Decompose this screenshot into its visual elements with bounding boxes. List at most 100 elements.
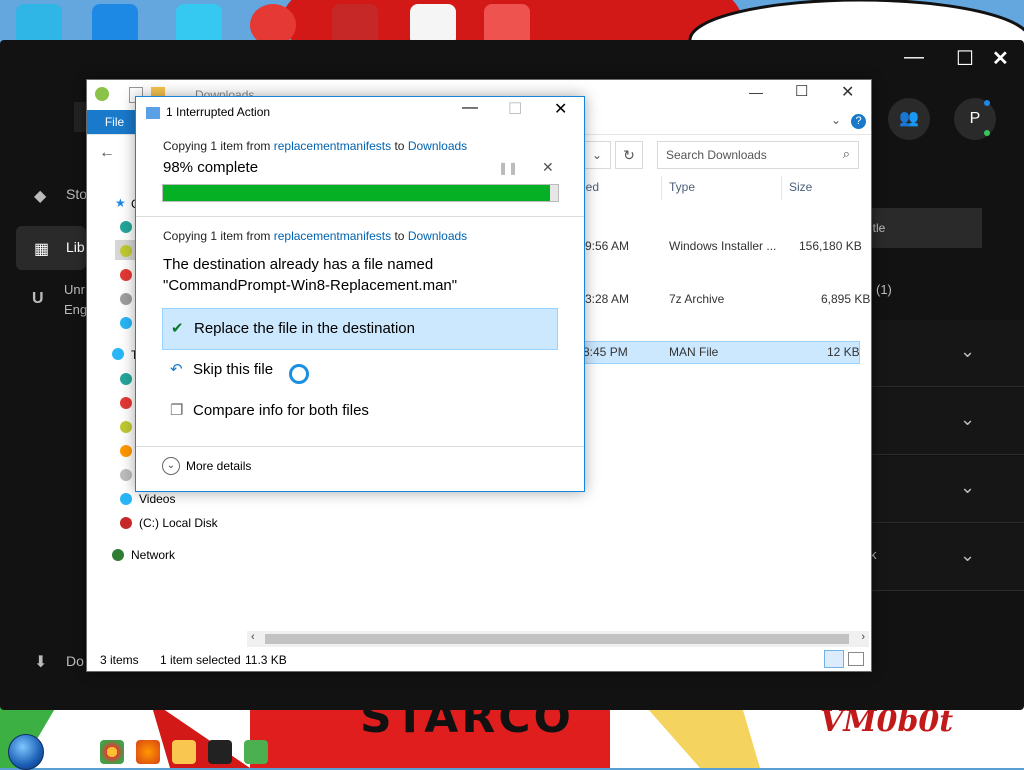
row-1-size: 156,180 KB xyxy=(799,239,862,253)
row-1-type: Windows Installer ... xyxy=(669,239,777,253)
pause-icon[interactable]: ❚❚ xyxy=(498,161,518,175)
details-view-icon[interactable] xyxy=(824,650,844,668)
notification-dot xyxy=(984,100,990,106)
column-divider xyxy=(781,176,782,200)
chevron-down-icon[interactable]: ⌄ xyxy=(831,113,841,127)
row-3-size: 12 KB xyxy=(827,345,860,359)
search-input[interactable]: Search Downloads ⌕ xyxy=(657,141,859,169)
row-3-type: MAN File xyxy=(669,345,719,359)
row-1-time: 9:56 AM xyxy=(585,239,630,253)
nav-folder-icon[interactable] xyxy=(120,445,132,457)
unreal-icon: U xyxy=(32,290,44,307)
back-arrow-icon[interactable]: ← xyxy=(99,144,115,162)
nav-folder-icon[interactable] xyxy=(120,245,132,257)
close-icon[interactable]: ✕ xyxy=(554,99,567,119)
scroll-left-icon[interactable]: ‹ xyxy=(251,631,255,643)
sort-title-field[interactable]: itle xyxy=(870,208,982,248)
busy-cursor-icon xyxy=(289,364,309,384)
chevron-down-icon[interactable]: ⌄ xyxy=(960,341,975,362)
refresh-icon[interactable]: ↻ xyxy=(615,141,643,169)
file-explorer-icon[interactable] xyxy=(172,740,196,764)
replace-file-option[interactable]: ✔ Replace the file in the destination xyxy=(162,308,558,350)
replace-file-label: Replace the file in the destination xyxy=(194,320,415,337)
start-button[interactable] xyxy=(8,734,44,770)
nav-folder-icon[interactable] xyxy=(120,221,132,233)
firefox-icon[interactable] xyxy=(136,740,160,764)
nav-videos[interactable]: Videos xyxy=(139,492,175,506)
sort-title-text: itle xyxy=(870,221,886,235)
dest-folder-link[interactable]: Downloads xyxy=(408,139,467,153)
filter-row-3[interactable] xyxy=(870,456,1024,523)
grid-icon: ▦ xyxy=(34,241,50,258)
nav-store[interactable]: Sto xyxy=(66,186,87,202)
skip-file-label: Skip this file xyxy=(193,361,274,378)
online-status-dot xyxy=(984,130,990,136)
column-type[interactable]: Type xyxy=(669,180,695,194)
filter-count: (1) xyxy=(876,282,892,297)
source-folder-link[interactable]: replacementmanifests xyxy=(274,229,391,243)
close-icon[interactable]: ✕ xyxy=(992,46,1009,71)
chrome-icon[interactable] xyxy=(100,740,124,764)
nav-folder-icon[interactable] xyxy=(120,373,132,385)
filter-row-1[interactable] xyxy=(870,320,1024,387)
status-size: 11.3 KB xyxy=(245,653,287,667)
minimize-icon[interactable]: — xyxy=(462,99,478,117)
filter-row-2[interactable] xyxy=(870,388,1024,455)
percent-complete: 98% complete xyxy=(163,159,259,176)
explorer-app-icon xyxy=(95,87,109,101)
nav-folder-icon[interactable] xyxy=(120,397,132,409)
epic-games-icon[interactable] xyxy=(208,740,232,764)
dest-folder-link[interactable]: Downloads xyxy=(408,229,467,243)
maximize-icon[interactable]: ☐ xyxy=(795,82,808,100)
help-icon[interactable]: ? xyxy=(851,114,866,129)
nav-local-disk[interactable]: (C:) Local Disk xyxy=(139,516,218,530)
nav-network[interactable]: Network xyxy=(131,548,175,562)
source-folder-link[interactable]: replacementmanifests xyxy=(274,139,391,153)
this-pc-icon[interactable] xyxy=(112,348,124,360)
minimize-icon[interactable]: — xyxy=(904,46,924,69)
nav-folder-icon[interactable] xyxy=(120,293,132,305)
column-divider xyxy=(661,176,662,200)
file-tab[interactable]: File xyxy=(87,110,142,134)
large-icons-view-icon[interactable] xyxy=(848,652,864,666)
copy-progress-bar xyxy=(162,184,559,202)
nav-unreal[interactable]: Unr xyxy=(64,282,85,297)
chevron-down-icon[interactable]: ⌄ xyxy=(960,545,975,566)
search-icon: ⌕ xyxy=(842,146,850,161)
local-disk-icon xyxy=(120,517,132,529)
copy-progress-prefix: Copying 1 item from xyxy=(163,139,271,153)
minimize-icon[interactable]: — xyxy=(749,84,763,100)
horizontal-scrollbar[interactable]: ‹ › xyxy=(247,631,869,647)
conflict-filename: "CommandPrompt-Win8-Replacement.man" xyxy=(163,277,458,294)
scroll-right-icon[interactable]: › xyxy=(861,631,865,643)
nav-engine[interactable]: Eng xyxy=(64,302,87,317)
conflict-copy-line: Copying 1 item from replacementmanifests… xyxy=(163,229,467,243)
nav-folder-icon[interactable] xyxy=(120,317,132,329)
more-details-toggle[interactable]: ⌄ More details xyxy=(162,457,251,475)
compare-files-icon: ❐ xyxy=(170,402,184,419)
compare-files-option[interactable]: ❐ Compare info for both files xyxy=(162,391,556,431)
column-date-modified[interactable]: ied xyxy=(583,180,599,194)
cancel-copy-icon[interactable]: ✕ xyxy=(542,159,554,176)
address-dropdown-icon[interactable]: ⌄ xyxy=(583,141,611,169)
nav-downloads[interactable]: Do xyxy=(66,653,84,669)
taskbar xyxy=(0,736,1024,768)
chevron-down-icon[interactable]: ⌄ xyxy=(960,409,975,430)
nav-library[interactable]: Lib xyxy=(66,239,85,255)
row-2-time: 3:28 AM xyxy=(585,292,630,306)
chevron-down-icon[interactable]: ⌄ xyxy=(960,477,975,498)
nav-folder-icon[interactable] xyxy=(120,469,132,481)
app-taskbar-icon[interactable] xyxy=(244,740,268,764)
skip-file-option[interactable]: ↶ Skip this file xyxy=(162,350,556,390)
friends-icon[interactable]: 👥 xyxy=(888,98,930,140)
scrollbar-thumb[interactable] xyxy=(265,634,849,644)
column-size[interactable]: Size xyxy=(789,180,812,194)
network-icon xyxy=(112,549,124,561)
videos-icon xyxy=(120,493,132,505)
nav-folder-icon[interactable] xyxy=(120,421,132,433)
search-placeholder: Search Downloads xyxy=(666,148,767,162)
filter-row-4[interactable] xyxy=(870,524,1024,591)
close-icon[interactable]: ✕ xyxy=(841,82,854,102)
nav-folder-icon[interactable] xyxy=(120,269,132,281)
maximize-icon[interactable]: ☐ xyxy=(956,46,974,71)
